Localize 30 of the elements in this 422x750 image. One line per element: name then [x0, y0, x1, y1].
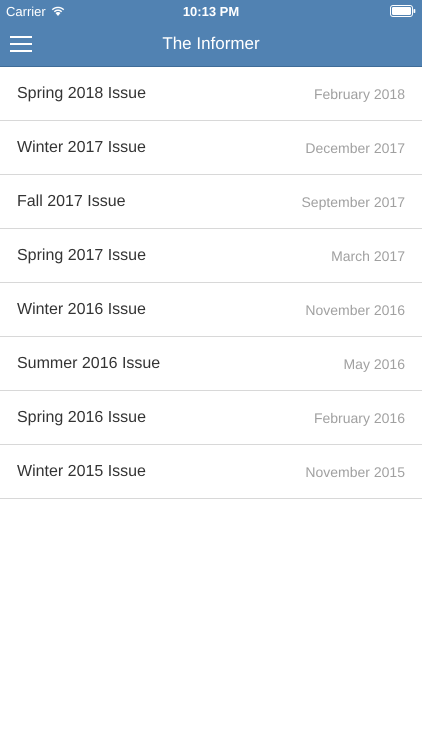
nav-title: The Informer	[162, 34, 260, 54]
issue-title: Winter 2017 Issue	[17, 138, 146, 156]
wifi-icon	[50, 6, 65, 16]
issue-title: Spring 2017 Issue	[17, 246, 146, 264]
issue-date: November 2016	[305, 302, 405, 318]
issue-title: Fall 2017 Issue	[17, 192, 126, 210]
menu-icon	[10, 36, 32, 52]
issue-row[interactable]: Spring 2017 Issue March 2017	[0, 229, 422, 283]
issue-row[interactable]: Winter 2015 Issue November 2015	[0, 445, 422, 499]
issue-title: Winter 2015 Issue	[17, 462, 146, 480]
status-time: 10:13 PM	[182, 4, 240, 18]
issue-title: Spring 2016 Issue	[17, 408, 146, 426]
issue-row[interactable]: Winter 2017 Issue December 2017	[0, 121, 422, 175]
issue-title: Winter 2016 Issue	[17, 300, 146, 318]
issue-date: March 2017	[331, 248, 405, 264]
issue-date: December 2017	[305, 140, 405, 156]
issue-date: February 2018	[314, 86, 405, 102]
issue-title: Spring 2018 Issue	[17, 84, 146, 102]
issue-row[interactable]: Spring 2016 Issue February 2016	[0, 391, 422, 445]
issue-date: September 2017	[301, 194, 405, 210]
issue-date: February 2016	[314, 410, 405, 426]
issue-row[interactable]: Summer 2016 Issue May 2016	[0, 337, 422, 391]
issue-row[interactable]: Winter 2016 Issue November 2016	[0, 283, 422, 337]
issue-date: May 2016	[344, 356, 405, 372]
issue-date: November 2015	[305, 464, 405, 480]
issue-row[interactable]: Fall 2017 Issue September 2017	[0, 175, 422, 229]
carrier-label: Carrier	[6, 4, 46, 18]
issue-title: Summer 2016 Issue	[17, 354, 160, 372]
battery-icon	[390, 5, 416, 17]
issue-row[interactable]: Spring 2018 Issue February 2018	[0, 67, 422, 121]
